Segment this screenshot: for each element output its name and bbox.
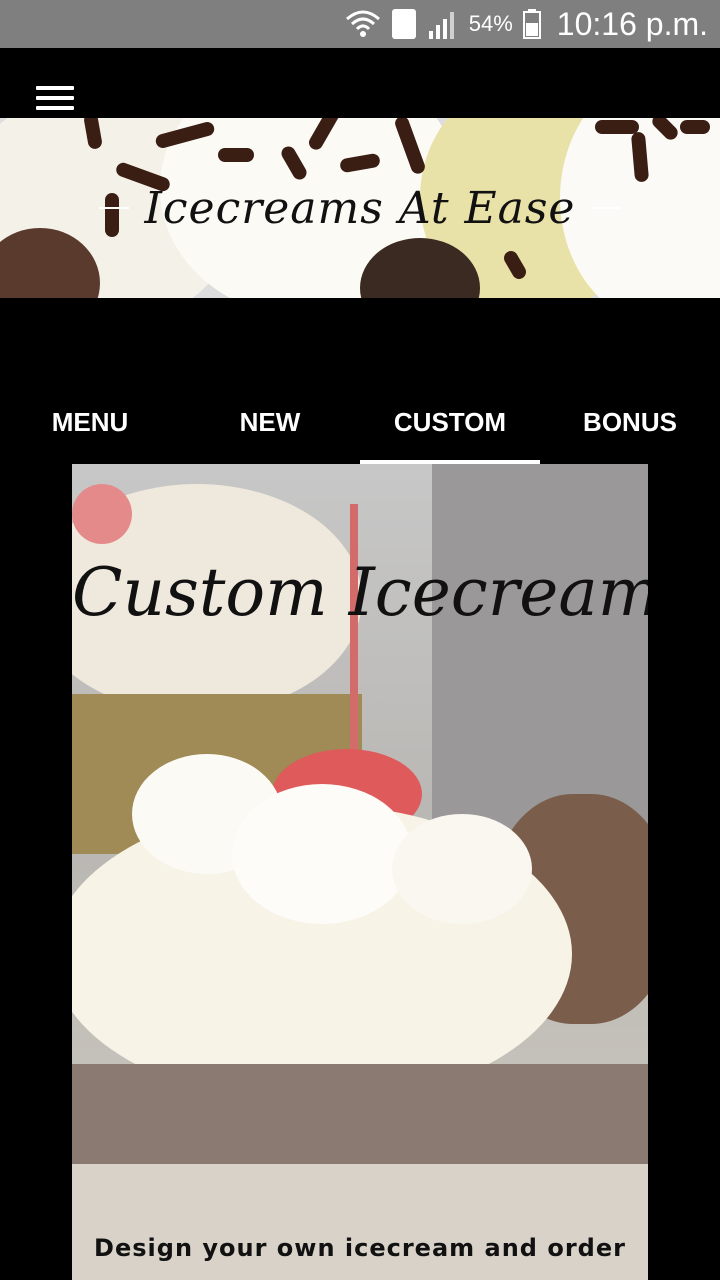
status-bar: 54% 10:16 p.m.	[0, 0, 720, 48]
card-caption: Design your own icecream and order	[94, 1234, 626, 1262]
app-bar	[0, 48, 720, 118]
hero-banner: Icecreams At Ease	[0, 118, 720, 298]
card-title: Custom Icecream	[72, 554, 648, 631]
tab-custom[interactable]: CUSTOM	[360, 380, 540, 464]
hero-title-row: Icecreams At Ease	[0, 118, 720, 298]
hero-divider-right	[591, 207, 622, 209]
tab-bar: MENU NEW CUSTOM BONUS	[0, 380, 720, 464]
hero-divider-left	[98, 207, 129, 209]
battery-icon	[522, 9, 541, 39]
wifi-icon	[345, 9, 381, 39]
signal-icon	[427, 9, 459, 39]
sim-icon	[391, 8, 417, 40]
custom-icecream-card[interactable]: Custom Icecream Design your own icecream…	[72, 464, 648, 1280]
battery-percentage: 54%	[468, 11, 513, 36]
tab-menu[interactable]: MENU	[0, 380, 180, 464]
tab-bonus[interactable]: BONUS	[540, 380, 720, 464]
tab-new[interactable]: NEW	[180, 380, 360, 464]
hamburger-menu-icon[interactable]	[36, 86, 76, 116]
app-title: Icecreams At Ease	[144, 182, 576, 234]
clock: 10:16 p.m.	[556, 5, 708, 42]
